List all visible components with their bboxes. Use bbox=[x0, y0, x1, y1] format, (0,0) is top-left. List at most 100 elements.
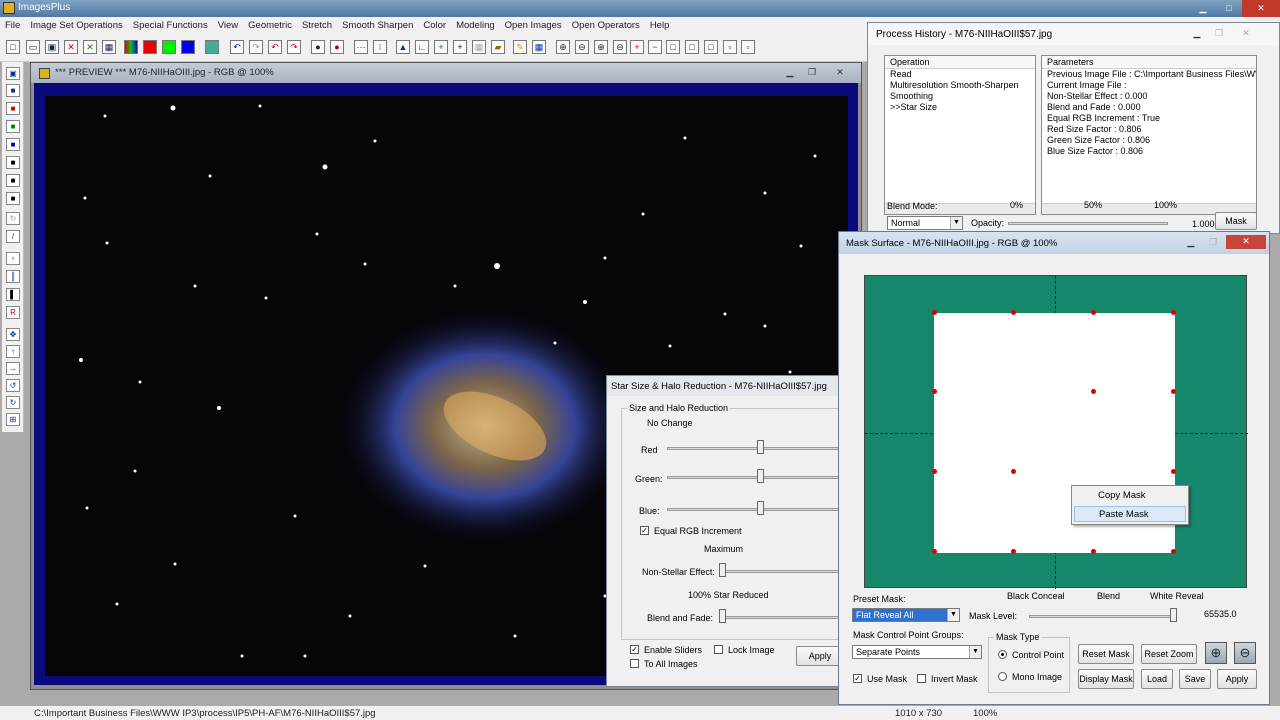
rotate-right-icon[interactable]: ↻ bbox=[6, 396, 20, 409]
select-area-icon[interactable]: ⁝ bbox=[373, 40, 387, 54]
window-5-icon[interactable]: ▫ bbox=[741, 40, 755, 54]
zoom-fit-icon[interactable]: ⊕ bbox=[594, 40, 608, 54]
move-icon[interactable]: ✥ bbox=[6, 328, 20, 341]
rgb-channels-icon[interactable] bbox=[124, 40, 138, 54]
minimize-icon[interactable]: ▁ bbox=[779, 66, 801, 79]
zoom-out-icon[interactable]: ⊖ bbox=[1234, 642, 1256, 664]
window-4-icon[interactable]: ▫ bbox=[723, 40, 737, 54]
minimize-icon[interactable]: ▁ bbox=[1180, 236, 1202, 249]
save-button[interactable]: Save bbox=[1179, 669, 1211, 689]
camera-icon[interactable]: ▰ bbox=[491, 40, 505, 54]
crosshair-icon[interactable]: + bbox=[434, 40, 448, 54]
red-swatch-icon[interactable]: ■ bbox=[6, 102, 20, 115]
non-stellar-slider[interactable] bbox=[719, 570, 843, 573]
delete-icon[interactable]: ✕ bbox=[64, 40, 78, 54]
operation-list[interactable]: Operation Read Multiresolution Smooth-Sh… bbox=[884, 55, 1036, 215]
new-file-icon[interactable]: □ bbox=[6, 40, 20, 54]
enable-sliders-checkbox[interactable]: ✓ bbox=[630, 645, 639, 654]
mono-image-radio[interactable] bbox=[998, 672, 1007, 681]
paste-mask-menu-item[interactable]: Paste Mask bbox=[1074, 506, 1186, 522]
menu-image-set-operations[interactable]: Image Set Operations bbox=[25, 20, 127, 31]
zoom-in-icon[interactable]: ⊕ bbox=[556, 40, 570, 54]
menu-view[interactable]: View bbox=[213, 20, 243, 31]
preset-mask-select[interactable]: Flat Reveal All ▼ bbox=[852, 608, 960, 622]
non-stellar-thumb[interactable] bbox=[719, 563, 726, 577]
copy-swatch-icon[interactable]: ■ bbox=[6, 174, 20, 187]
table-icon[interactable]: ▦ bbox=[532, 40, 546, 54]
blue-swatch-icon[interactable]: ■ bbox=[6, 138, 20, 151]
redo-all-icon[interactable]: ↷ bbox=[287, 40, 301, 54]
green-slider-thumb[interactable] bbox=[757, 469, 764, 483]
control-point[interactable] bbox=[932, 469, 937, 474]
menu-open-operators[interactable]: Open Operators bbox=[567, 20, 645, 31]
undo-all-icon[interactable]: ↶ bbox=[268, 40, 282, 54]
copy-mask-menu-item[interactable]: Copy Mask bbox=[1074, 488, 1186, 504]
select-dots-icon[interactable]: ··· bbox=[354, 40, 368, 54]
display-mask-button[interactable]: Display Mask bbox=[1078, 669, 1134, 689]
mask-level-slider[interactable] bbox=[1029, 615, 1175, 618]
blue-slider-thumb[interactable] bbox=[757, 501, 764, 515]
half-black-icon[interactable]: ▌ bbox=[6, 288, 20, 301]
menu-modeling[interactable]: Modeling bbox=[451, 20, 500, 31]
to-all-images-checkbox[interactable] bbox=[630, 659, 639, 668]
mask-circle-icon[interactable]: ● bbox=[311, 40, 325, 54]
green-channel-icon[interactable] bbox=[162, 40, 176, 54]
control-point[interactable] bbox=[1091, 389, 1096, 394]
minimize-icon[interactable]: ▁ bbox=[1186, 27, 1208, 40]
slash-icon[interactable]: / bbox=[6, 230, 20, 243]
save-disk-icon[interactable]: ▣ bbox=[6, 67, 20, 80]
blend-fade-thumb[interactable] bbox=[719, 609, 726, 623]
flip-icon[interactable]: ⊞ bbox=[6, 413, 20, 426]
menu-special-functions[interactable]: Special Functions bbox=[128, 20, 213, 31]
restore-icon[interactable]: ❐ bbox=[801, 66, 823, 79]
window-1-icon[interactable]: □ bbox=[666, 40, 680, 54]
mask-canvas[interactable]: Copy Mask Paste Mask bbox=[864, 275, 1248, 589]
curve-icon[interactable]: ∟ bbox=[415, 40, 429, 54]
restore-icon[interactable]: ❐ bbox=[1202, 236, 1224, 249]
undo-icon[interactable]: ↶ bbox=[230, 40, 244, 54]
control-point[interactable] bbox=[1011, 549, 1016, 554]
blend-mode-select[interactable]: Normal ▼ bbox=[887, 216, 963, 230]
control-point[interactable] bbox=[932, 389, 937, 394]
menu-file[interactable]: File bbox=[0, 20, 25, 31]
invert-mask-checkbox[interactable] bbox=[917, 674, 926, 683]
mask-button[interactable]: Mask bbox=[1215, 212, 1257, 230]
reset-zoom-button[interactable]: Reset Zoom bbox=[1141, 644, 1197, 664]
arrow-right-icon[interactable]: → bbox=[6, 362, 20, 375]
cp-groups-select[interactable]: Separate Points ▼ bbox=[852, 645, 982, 659]
redo-icon[interactable]: ↷ bbox=[249, 40, 263, 54]
copy-icon[interactable]: ▦ bbox=[102, 40, 116, 54]
menu-color[interactable]: Color bbox=[418, 20, 451, 31]
green-slider[interactable] bbox=[667, 476, 843, 479]
arrow-up-icon[interactable]: ↑ bbox=[6, 345, 20, 358]
blue-slider[interactable] bbox=[667, 508, 843, 511]
pencil-icon[interactable]: ✎ bbox=[513, 40, 527, 54]
use-mask-checkbox[interactable]: ✓ bbox=[853, 674, 862, 683]
add-frame-icon[interactable]: + bbox=[630, 40, 644, 54]
zoom-in-icon[interactable]: ⊕ bbox=[1205, 642, 1227, 664]
menu-help[interactable]: Help bbox=[645, 20, 675, 31]
blue-channel-icon[interactable] bbox=[181, 40, 195, 54]
control-point[interactable] bbox=[1011, 469, 1016, 474]
frame-icon[interactable]: ▫ bbox=[6, 252, 20, 265]
control-point[interactable] bbox=[1171, 549, 1176, 554]
histogram-icon[interactable]: ▲ bbox=[396, 40, 410, 54]
red-slider-thumb[interactable] bbox=[757, 440, 764, 454]
reset-mask-button[interactable]: Reset Mask bbox=[1078, 644, 1134, 664]
close-icon[interactable]: ✕ bbox=[829, 66, 851, 79]
restore-icon[interactable]: ❐ bbox=[1208, 27, 1230, 40]
lock-image-checkbox[interactable] bbox=[714, 645, 723, 654]
menu-open-images[interactable]: Open Images bbox=[500, 20, 567, 31]
close-icon[interactable]: ✕ bbox=[1226, 235, 1266, 249]
mask-level-thumb[interactable] bbox=[1170, 608, 1177, 622]
rotate-icon[interactable]: R bbox=[6, 306, 20, 319]
opacity-slider[interactable] bbox=[1008, 222, 1168, 225]
operation-item[interactable]: >>Star Size bbox=[885, 102, 1035, 113]
grid-light-icon[interactable]: ▦ bbox=[472, 40, 486, 54]
menu-smooth-sharpen[interactable]: Smooth Sharpen bbox=[337, 20, 418, 31]
red-channel-icon[interactable] bbox=[143, 40, 157, 54]
control-point-radio[interactable] bbox=[998, 650, 1007, 659]
operation-item[interactable]: Read bbox=[885, 69, 1035, 80]
apply-button[interactable]: Apply bbox=[1217, 669, 1257, 689]
red-slider[interactable] bbox=[667, 447, 843, 450]
